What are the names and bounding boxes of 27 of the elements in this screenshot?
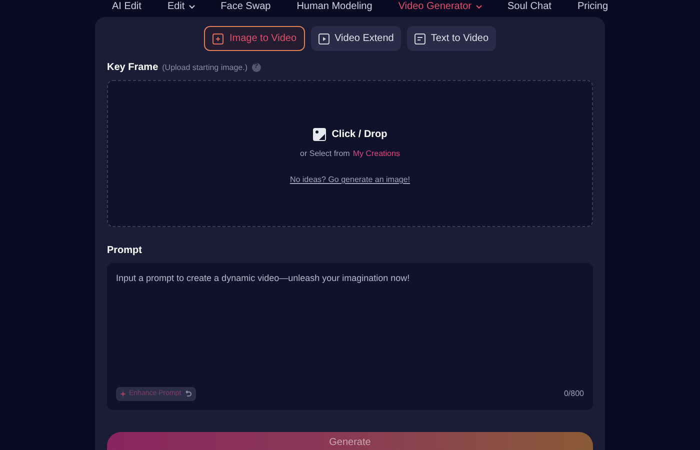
nav-item[interactable]: Pricing <box>577 1 608 13</box>
tab-icon <box>414 32 426 44</box>
mode-tab[interactable]: Video Extend <box>310 26 401 51</box>
caret-icon <box>476 5 482 9</box>
nav-item[interactable]: Human Modeling <box>296 1 372 13</box>
mode-tab[interactable]: Image to Video <box>204 26 305 51</box>
nav-item[interactable]: Soul Chat <box>508 1 552 13</box>
generate-image-link[interactable]: No ideas? Go generate an image! <box>290 174 410 186</box>
nav-item[interactable]: Video Generator <box>398 1 482 13</box>
character-counter: 0/800 <box>564 388 584 400</box>
nav-item[interactable]: AI Edit <box>112 1 142 13</box>
undo-icon <box>184 390 192 398</box>
my-creations-link[interactable]: My Creations <box>352 148 400 160</box>
image-upload-icon <box>312 128 326 141</box>
nav-item[interactable]: Edit <box>167 1 195 13</box>
section-label: Prompt <box>107 244 143 258</box>
select-text: or Select from <box>300 148 350 160</box>
section-label: Key Frame <box>107 61 158 75</box>
tab-icon <box>318 32 330 44</box>
tab-icon <box>212 32 224 44</box>
mode-tab[interactable]: Text to Video <box>406 26 496 51</box>
hint-text: (Upload starting image.) <box>162 62 248 74</box>
drop-label: Click / Drop <box>332 128 388 142</box>
nav-item[interactable]: Face Swap <box>220 1 271 13</box>
caret-icon <box>188 5 195 9</box>
upload-dropzone[interactable]: Click / Drop or Select from My Creations No ideas? Go generate an image! <box>107 80 593 227</box>
sparkle-icon <box>120 391 126 397</box>
